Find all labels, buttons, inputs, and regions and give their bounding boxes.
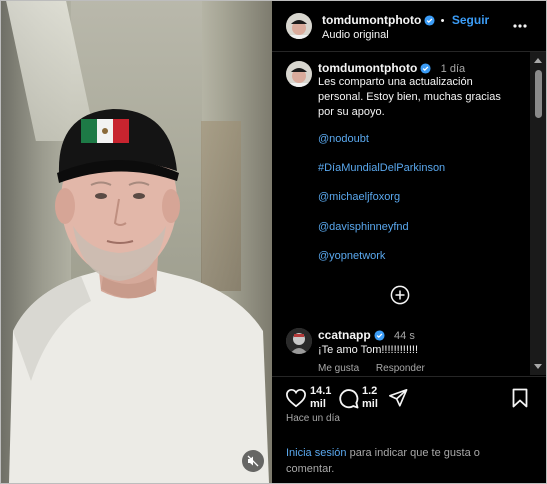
video-player[interactable] — [1, 1, 272, 483]
mute-icon — [247, 455, 259, 467]
caption-tag[interactable]: @michaeljfoxorg — [318, 191, 400, 203]
comment-reply-button[interactable]: Responder — [376, 363, 425, 374]
comments-count[interactable]: 1.2 — [362, 385, 378, 398]
post-actions: 14.1 mil 1.2 mil Hace un día Inicia sesi… — [272, 376, 546, 483]
caption-text: Les comparto una actualización personal.… — [318, 76, 501, 118]
verified-badge-icon — [374, 330, 385, 341]
verified-badge-icon — [420, 63, 431, 74]
caption-tag[interactable]: @davisphinneyfnd — [318, 221, 409, 233]
author-username[interactable]: tomdumontphoto — [322, 13, 421, 27]
comment-text: ¡Te amo Tom!!!!!!!!!!!! — [318, 344, 419, 356]
commenter-avatar[interactable] — [286, 328, 312, 354]
scroll-down-arrow[interactable] — [534, 364, 542, 369]
caption-tag[interactable]: #DíaMundialDelParkinson — [318, 162, 445, 174]
share-icon[interactable] — [388, 388, 408, 408]
caption-time[interactable]: 1 día — [441, 63, 465, 75]
likes-unit: mil — [310, 398, 326, 410]
post-header: tomdumontphoto • Seguir Audio original — [272, 1, 546, 52]
comment-like-button[interactable]: Me gusta — [318, 363, 359, 374]
comments-scrollbar[interactable] — [530, 52, 546, 375]
login-prompt: Inicia sesión para indicar que te gusta … — [286, 445, 526, 477]
comment-time[interactable]: 44 s — [394, 330, 415, 342]
login-link[interactable]: Inicia sesión — [286, 447, 347, 459]
more-options-button[interactable] — [510, 17, 530, 35]
author-avatar[interactable] — [286, 13, 312, 39]
audio-label[interactable]: Audio original — [322, 29, 389, 41]
comments-list[interactable]: tomdumontphoto 1 día Les comparto una ac… — [272, 52, 530, 375]
heart-icon[interactable] — [285, 388, 307, 408]
comment-icon[interactable] — [338, 388, 359, 409]
post-timestamp[interactable]: Hace un día — [286, 413, 340, 424]
post-modal: tomdumontphoto • Seguir Audio original t… — [0, 0, 547, 484]
caption-avatar[interactable] — [286, 61, 312, 87]
add-comment-icon — [390, 285, 410, 305]
bookmark-icon[interactable] — [512, 388, 528, 408]
more-options-icon — [513, 24, 527, 28]
caption-tag[interactable]: @nodoubt — [318, 133, 369, 145]
verified-badge-icon — [424, 15, 435, 26]
caption-tag[interactable]: @yopnetwork — [318, 250, 385, 262]
likes-count[interactable]: 14.1 — [310, 385, 331, 398]
commenter-username[interactable]: ccatnapp — [318, 328, 371, 342]
post-side-panel: tomdumontphoto • Seguir Audio original t… — [272, 1, 546, 483]
scroll-thumb[interactable] — [535, 70, 542, 118]
header-separator: • — [440, 15, 445, 27]
load-more-comments-button[interactable] — [390, 285, 410, 305]
video-person-image — [9, 109, 269, 483]
avatar-image — [286, 13, 312, 39]
follow-button[interactable]: Seguir — [452, 13, 489, 27]
avatar-image — [286, 328, 312, 354]
mute-button[interactable] — [242, 450, 264, 472]
caption-username[interactable]: tomdumontphoto — [318, 61, 417, 75]
avatar-image — [286, 61, 312, 87]
scroll-up-arrow[interactable] — [534, 58, 542, 63]
comments-unit: mil — [362, 398, 378, 410]
